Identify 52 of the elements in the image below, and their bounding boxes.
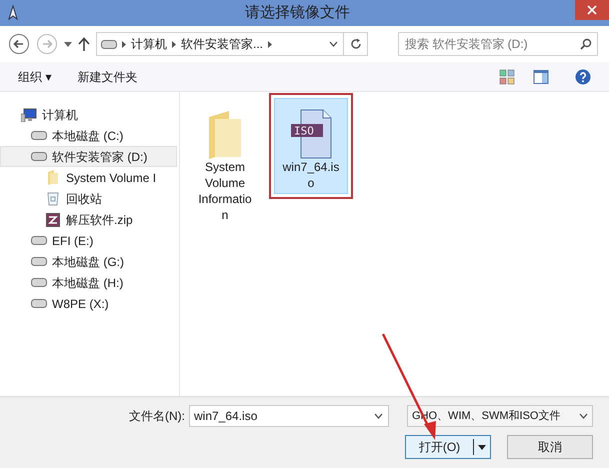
window-title: 请选择镜像文件 <box>245 2 350 23</box>
sidebar-item[interactable]: System Volume I <box>0 167 177 188</box>
open-button[interactable]: 打开(O) <box>405 435 491 459</box>
new-folder-button[interactable]: 新建文件夹 <box>77 68 138 86</box>
drive-icon <box>31 131 47 140</box>
dropdown-icon <box>579 413 588 419</box>
up-arrow-icon[interactable] <box>78 37 90 51</box>
sidebar-item[interactable]: 本地磁盘 (C:) <box>0 125 177 146</box>
sidebar-item[interactable]: 回收站 <box>0 188 177 209</box>
separator-icon[interactable] <box>172 40 176 48</box>
pane-icon[interactable] <box>533 68 549 84</box>
separator-icon[interactable] <box>122 40 126 48</box>
sidebar-item[interactable]: 解压软件.zip <box>0 209 177 230</box>
search-field[interactable]: 搜索 软件安装管家 (D:) <box>398 32 598 56</box>
filename-field[interactable]: win7_64.iso <box>189 405 389 427</box>
dropdown-icon[interactable] <box>374 413 383 419</box>
computer-icon <box>21 108 37 122</box>
recycle-bin-icon <box>47 192 59 206</box>
dropdown-icon[interactable] <box>329 41 338 47</box>
sidebar-item[interactable]: 本地磁盘 (H:) <box>0 272 177 293</box>
address-bar[interactable]: 计算机 软件安装管家... <box>96 32 368 56</box>
view-icon[interactable] <box>499 68 515 84</box>
drive-icon <box>31 236 47 245</box>
caret-icon <box>478 444 486 450</box>
drive-icon <box>31 278 47 287</box>
refresh-icon[interactable] <box>350 38 362 50</box>
sidebar-item[interactable]: 软件安装管家 (D:) <box>0 146 177 167</box>
drive-icon <box>31 299 47 308</box>
sidebar-item[interactable]: EFI (E:) <box>0 230 177 251</box>
close-button[interactable] <box>575 0 609 20</box>
drive-icon <box>31 257 47 266</box>
file-item[interactable]: System Volume Information <box>188 98 262 226</box>
search-icon <box>580 38 592 50</box>
drive-icon <box>31 152 47 161</box>
organize-menu[interactable]: 组织 ▾ <box>18 68 52 86</box>
sidebar-item[interactable]: 本地磁盘 (G:) <box>0 251 177 272</box>
drive-icon <box>101 40 117 48</box>
cancel-button[interactable]: 取消 <box>507 435 593 459</box>
app-icon <box>6 5 20 21</box>
breadcrumb[interactable]: 软件安装管家... <box>181 35 264 53</box>
help-icon[interactable] <box>575 68 591 84</box>
filename-label: 文件名(N): <box>129 408 185 425</box>
breadcrumb[interactable]: 计算机 <box>131 35 167 53</box>
back-icon[interactable] <box>8 33 30 55</box>
close-icon <box>587 5 597 15</box>
sidebar-item[interactable]: 计算机 <box>0 104 177 125</box>
sidebar-item[interactable]: W8PE (X:) <box>0 293 177 314</box>
separator-icon[interactable] <box>268 40 272 48</box>
archive-icon <box>46 212 60 226</box>
caret-icon[interactable] <box>64 42 72 46</box>
folder-icon <box>47 170 59 185</box>
file-type-label: ISO <box>291 124 323 138</box>
